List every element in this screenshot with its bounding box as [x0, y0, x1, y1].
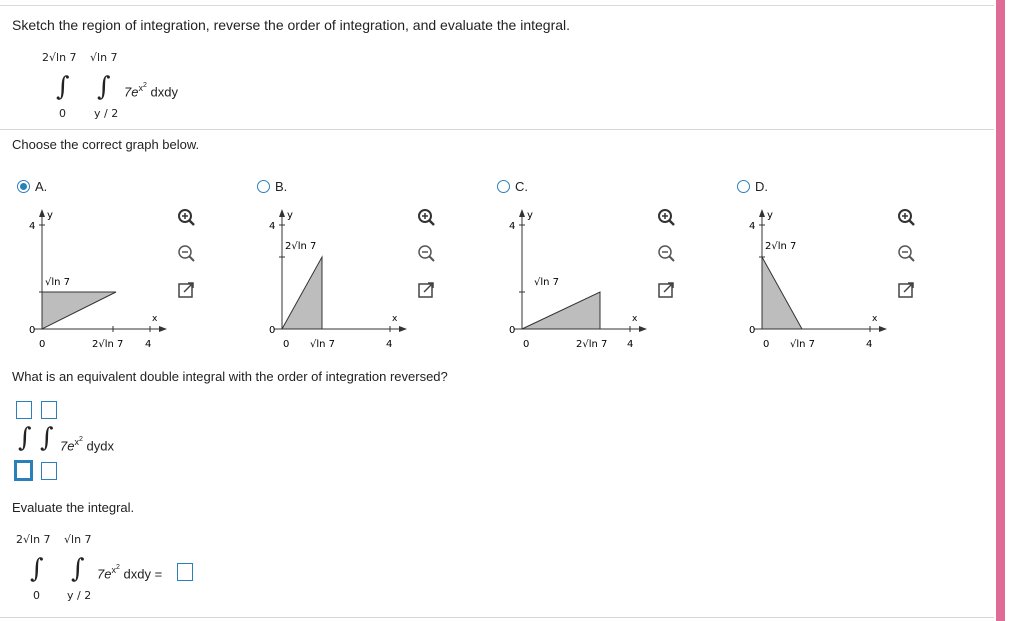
reversed-integrand: 7ex2 dydx: [60, 436, 114, 454]
bottom-divider: [0, 617, 994, 618]
x-arrow: [159, 326, 167, 332]
svg-text:4: 4: [509, 221, 515, 232]
graph-d[interactable]: y 4 2√ln 7 0 x 0 √ln 7 4: [748, 205, 898, 350]
svg-text:4: 4: [386, 339, 392, 350]
zoom-in-icon[interactable]: [416, 207, 436, 227]
option-c-radio[interactable]: [497, 180, 510, 193]
label-sqrt-ln7: √ln 7: [45, 277, 70, 288]
inner-upper-input[interactable]: [41, 401, 57, 419]
inner-integral-sign: ∫: [40, 423, 54, 453]
outer-lower-limit: 0: [59, 107, 66, 120]
graph-b[interactable]: y 4 2√ln 7 0 x 0 √ln 7 4: [268, 205, 418, 350]
svg-text:0: 0: [29, 325, 35, 336]
outer-lower-limit: 0: [33, 589, 40, 602]
scrollbar[interactable]: [996, 0, 1005, 621]
region-shaded: [521, 291, 601, 330]
svg-text:x: x: [152, 314, 158, 324]
integrand: 7ex2 dxdy: [124, 82, 178, 100]
zoom-out-icon[interactable]: [896, 243, 916, 263]
zoom-out-icon[interactable]: [176, 243, 196, 263]
zoom-in-icon[interactable]: [896, 207, 916, 227]
inner-integral-sign: ∫: [97, 72, 111, 102]
option-b-radio[interactable]: [257, 180, 270, 193]
svg-text:0: 0: [39, 339, 45, 350]
option-d-label[interactable]: D.: [755, 179, 768, 194]
svg-text:0: 0: [509, 325, 515, 336]
svg-text:x: x: [632, 314, 638, 324]
graph-a[interactable]: y 4 √ln 7 0 x 0 2√ln 7 4: [28, 205, 178, 350]
top-divider: [0, 5, 994, 6]
outer-integral-sign: ∫: [30, 554, 44, 584]
evaluate-integrand: 7ex2 dxdy =: [97, 564, 163, 582]
inner-lower-limit: y / 2: [94, 107, 119, 120]
popout-icon[interactable]: [416, 280, 436, 300]
svg-text:4: 4: [749, 221, 755, 232]
instruction-text: Sketch the region of integration, revers…: [12, 17, 571, 33]
svg-text:4: 4: [269, 221, 275, 232]
svg-text:2√ln 7: 2√ln 7: [765, 241, 796, 252]
evaluate-label: Evaluate the integral.: [12, 500, 135, 515]
inner-lower-limit: y / 2: [67, 589, 92, 602]
option-a-label[interactable]: A.: [35, 179, 47, 194]
region-shaded: [41, 291, 117, 330]
region-shaded: [761, 255, 803, 330]
y-label: y: [47, 210, 53, 221]
outer-upper-input[interactable]: [16, 401, 32, 419]
svg-text:2√ln 7: 2√ln 7: [285, 241, 316, 252]
label-2sqrt-ln7: 2√ln 7: [92, 339, 123, 350]
inner-upper-limit: √ln 7: [90, 51, 118, 64]
svg-text:0: 0: [763, 339, 769, 350]
svg-text:2√ln 7: 2√ln 7: [576, 339, 607, 350]
svg-text:0: 0: [523, 339, 529, 350]
svg-text:√ln 7: √ln 7: [534, 277, 559, 288]
outer-integral-sign: ∫: [18, 423, 32, 453]
graph-c[interactable]: y 4 √ln 7 0 x 0 2√ln 7 4: [508, 205, 658, 350]
zoom-in-icon[interactable]: [176, 207, 196, 227]
inner-integral-sign: ∫: [71, 554, 85, 584]
zoom-out-icon[interactable]: [656, 243, 676, 263]
svg-text:4: 4: [866, 339, 872, 350]
svg-text:4: 4: [145, 339, 151, 350]
graph-question: Choose the correct graph below.: [12, 137, 200, 152]
option-d-radio[interactable]: [737, 180, 750, 193]
svg-text:0: 0: [749, 325, 755, 336]
outer-upper-limit: 2√ln 7: [42, 51, 77, 64]
svg-text:x: x: [392, 314, 398, 324]
outer-upper-limit: 2√ln 7: [16, 533, 51, 546]
svg-text:0: 0: [283, 339, 289, 350]
popout-icon[interactable]: [656, 280, 676, 300]
section-divider: [0, 129, 994, 130]
option-c-label[interactable]: C.: [515, 179, 528, 194]
svg-text:√ln 7: √ln 7: [310, 339, 335, 350]
svg-text:y: y: [767, 210, 773, 221]
popout-icon[interactable]: [176, 280, 196, 300]
popout-icon[interactable]: [896, 280, 916, 300]
option-b-label[interactable]: B.: [275, 179, 287, 194]
inner-upper-limit: √ln 7: [64, 533, 92, 546]
svg-text:y: y: [527, 210, 533, 221]
y-arrow: [39, 209, 45, 217]
svg-text:0: 0: [269, 325, 275, 336]
svg-text:y: y: [287, 210, 293, 221]
region-shaded: [281, 255, 323, 330]
svg-text:√ln 7: √ln 7: [790, 339, 815, 350]
answer-input[interactable]: [177, 563, 193, 581]
zoom-in-icon[interactable]: [656, 207, 676, 227]
svg-text:4: 4: [29, 221, 35, 232]
outer-lower-input[interactable]: [14, 460, 33, 481]
svg-text:4: 4: [627, 339, 633, 350]
zoom-out-icon[interactable]: [416, 243, 436, 263]
outer-integral-sign: ∫: [56, 72, 70, 102]
reverse-question: What is an equivalent double integral wi…: [12, 369, 448, 384]
svg-text:x: x: [872, 314, 878, 324]
option-a-radio[interactable]: [17, 180, 30, 193]
inner-lower-input[interactable]: [41, 462, 57, 480]
